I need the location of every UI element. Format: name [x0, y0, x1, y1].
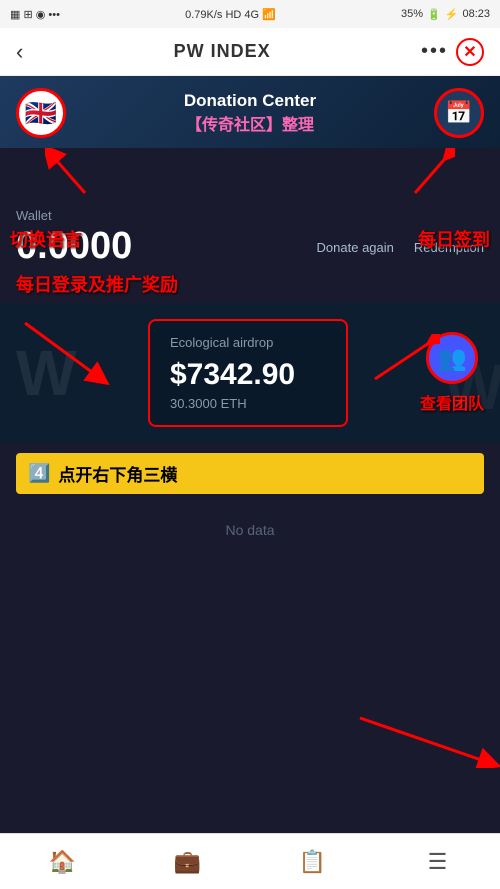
language-switch-button[interactable]: 🇬🇧	[16, 88, 66, 138]
more-options-button[interactable]: •••	[421, 40, 448, 63]
eco-airdrop-card: Ecological airdrop $7342.90 30.3000 ETH	[148, 319, 348, 427]
eco-card-title: Ecological airdrop	[170, 335, 326, 350]
status-bar-left: ▦ ⊞ ◉ •••	[10, 8, 60, 21]
nav-bar: ‹ PW INDEX ••• ✕	[0, 28, 500, 76]
step-number: 4️⃣	[28, 463, 50, 484]
arrow-to-team	[370, 334, 440, 384]
daily-signin-label: 每日签到	[418, 226, 490, 252]
nav-orders-button[interactable]: 📋	[250, 849, 375, 875]
lang-switch-label: 切换语言	[10, 226, 82, 252]
signal-bars: 📶	[262, 9, 276, 21]
hd-label: HD	[225, 9, 244, 21]
arrow-to-flag	[45, 148, 105, 198]
status-bar: ▦ ⊞ ◉ ••• 0.79K/s HD 4G 📶 35% 🔋 ⚡ 08:23	[0, 0, 500, 28]
flag-icon: 🇬🇧	[25, 98, 57, 129]
wallet-label: Wallet	[16, 208, 484, 223]
arrow-to-calendar	[395, 148, 455, 198]
eco-section: W Ecological airdrop $7342.90 30.3000 ET…	[0, 303, 500, 443]
calendar-icon: 📅	[445, 100, 472, 126]
orders-icon: 📋	[299, 849, 326, 875]
status-bar-center: 0.79K/s HD 4G 📶	[185, 8, 276, 21]
donation-header: 🇬🇧 Donation Center 【传奇社区】整理 📅	[0, 76, 500, 148]
step-banner: 4️⃣ 点开右下角三横	[16, 453, 484, 494]
daily-signin-button[interactable]: 📅	[434, 88, 484, 138]
speed-indicator: 0.79K/s	[185, 9, 222, 21]
eco-eth: 30.3000 ETH	[170, 396, 326, 411]
signal-icons: ▦ ⊞ ◉ •••	[10, 8, 60, 21]
arrow-to-menu	[340, 708, 500, 768]
nav-home-button[interactable]: 🏠	[0, 849, 125, 875]
wallet-icon: 💼	[174, 849, 201, 875]
donate-again-button[interactable]: Donate again	[317, 240, 394, 255]
bottom-nav: 🏠 💼 📋 ☰	[0, 833, 500, 889]
menu-icon: ☰	[428, 849, 448, 875]
close-button[interactable]: ✕	[456, 38, 484, 66]
status-bar-right: 35% 🔋 ⚡ 08:23	[401, 8, 490, 21]
team-section: W 👥 查看团队	[420, 332, 484, 414]
charge-icon: ⚡	[445, 8, 459, 21]
team-label: 查看团队	[420, 390, 484, 414]
eco-amount: $7342.90	[170, 358, 326, 392]
no-data-label: No data	[225, 522, 274, 538]
clock: 08:23	[462, 8, 490, 20]
page-title: PW INDEX	[174, 41, 271, 62]
donation-subtitle: 【传奇社区】整理	[66, 111, 434, 135]
battery-icon: 🔋	[427, 8, 441, 21]
main-content: 🇬🇧 Donation Center 【传奇社区】整理 📅 切换语言 每日签到 …	[0, 76, 500, 833]
close-icon: ✕	[463, 42, 476, 62]
network-type: 4G	[244, 9, 259, 21]
arrow-to-eco-card	[10, 313, 110, 393]
team-icon: 👥	[437, 344, 467, 373]
nav-menu-button[interactable]: ☰	[375, 849, 500, 875]
battery-level: 35%	[401, 8, 423, 20]
back-button[interactable]: ‹	[16, 39, 23, 65]
arrow-labels-row: 切换语言 每日签到	[0, 148, 500, 198]
nav-actions: ••• ✕	[421, 38, 484, 66]
donation-title-block: Donation Center 【传奇社区】整理	[66, 91, 434, 135]
daily-login-label: 每日登录及推广奖励	[0, 269, 500, 303]
nav-wallet-button[interactable]: 💼	[125, 849, 250, 875]
donation-center-title: Donation Center	[66, 91, 434, 111]
no-data-section: No data	[0, 504, 500, 556]
home-icon: 🏠	[49, 849, 76, 875]
step-text: 点开右下角三横	[58, 461, 177, 486]
